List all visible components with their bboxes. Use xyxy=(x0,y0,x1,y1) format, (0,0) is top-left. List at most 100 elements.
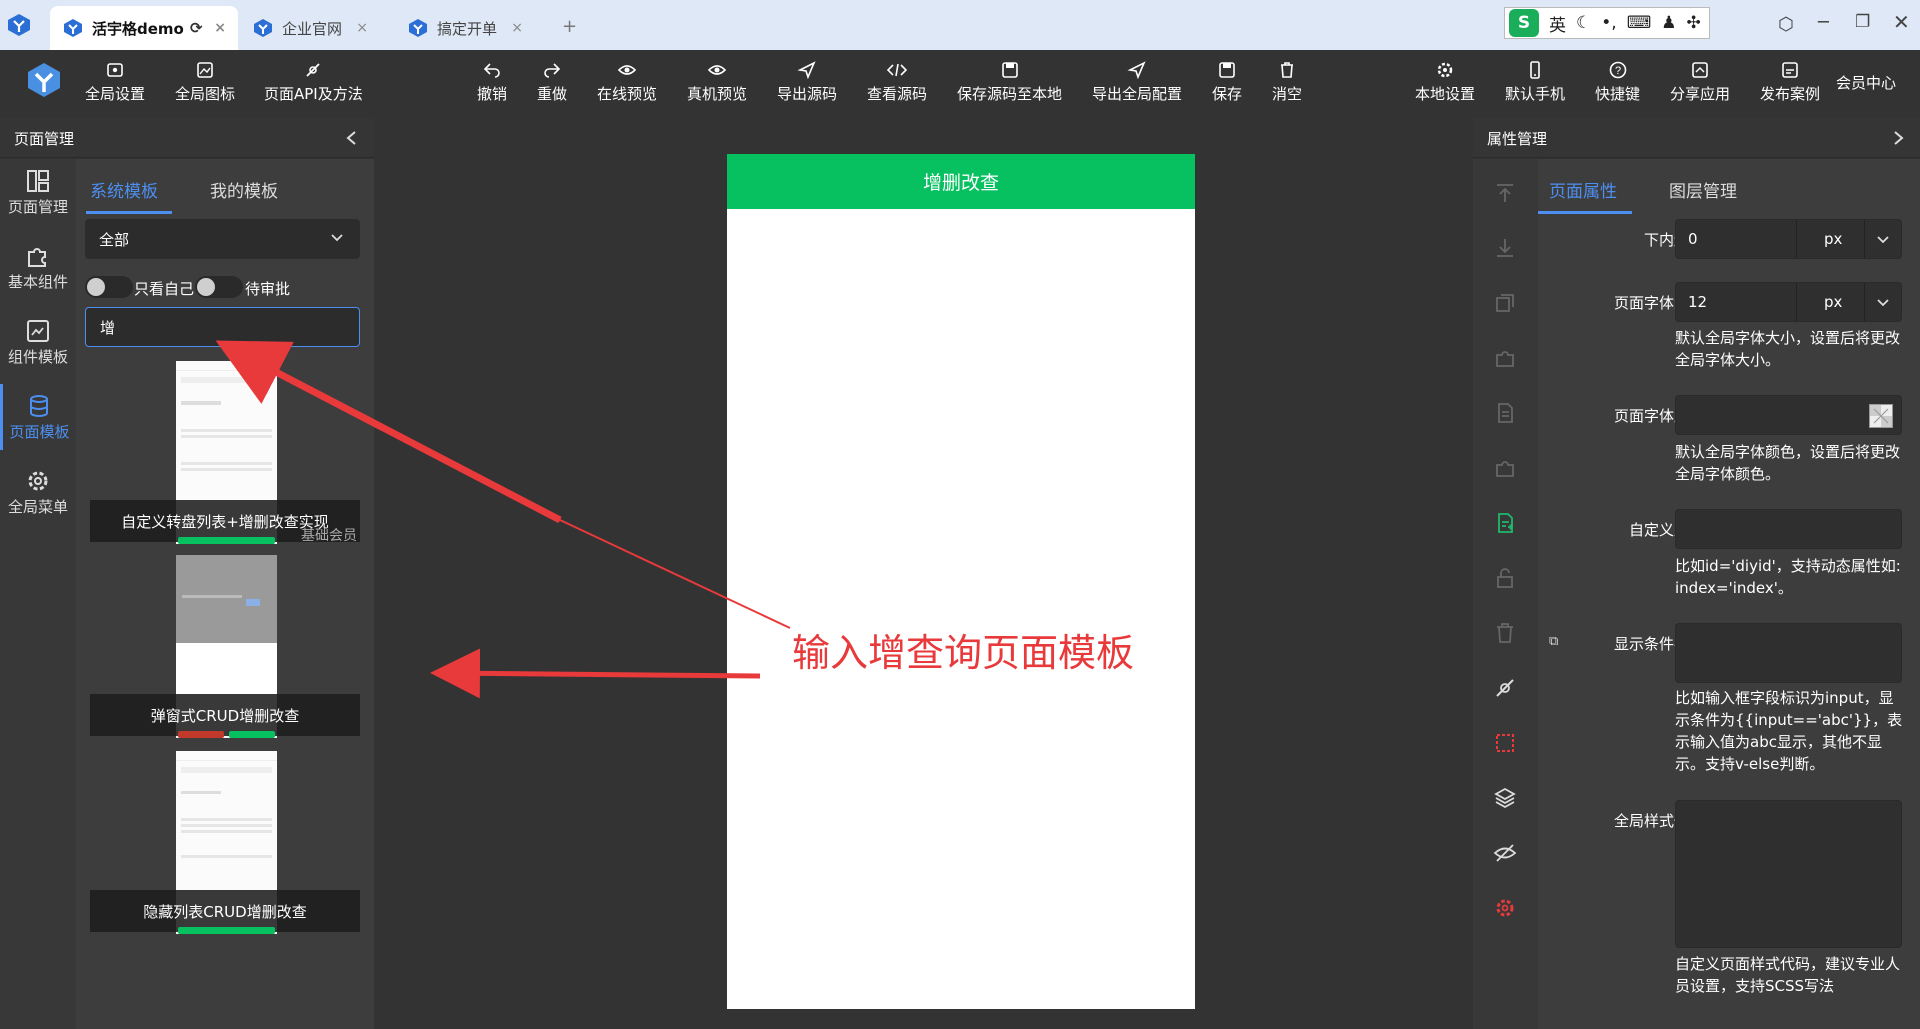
template-title: 弹窗式CRUD增删改查 xyxy=(90,694,360,736)
local-settings-button[interactable]: 本地设置 xyxy=(1415,60,1475,104)
global-icons-button[interactable]: 全局图标 xyxy=(175,60,235,104)
sogou-icon: S xyxy=(1509,9,1539,37)
plug-icon[interactable] xyxy=(1493,676,1517,700)
close-icon[interactable]: × xyxy=(214,20,226,36)
nav-global-menu[interactable]: 全局菜单 xyxy=(0,459,76,525)
tab-project[interactable]: 企业官网 × xyxy=(240,6,380,50)
project-icon xyxy=(409,19,427,37)
puzzle-icon[interactable] xyxy=(1493,456,1517,480)
settings-hex-icon[interactable]: ⬡ xyxy=(1778,14,1794,35)
hide-icon[interactable] xyxy=(1493,841,1517,865)
tab-project-active[interactable]: 活宇格demo ⟳ × xyxy=(50,6,238,50)
share-app-button[interactable]: 分享应用 xyxy=(1670,60,1730,104)
refresh-icon[interactable]: ⟳ xyxy=(190,19,203,37)
publish-icon xyxy=(1782,62,1798,78)
condition-textarea[interactable] xyxy=(1675,623,1902,683)
puzzle-icon[interactable] xyxy=(1493,346,1517,370)
export-config-button[interactable]: 导出全局配置 xyxy=(1092,60,1182,104)
tab-my-templates[interactable]: 我的模板 xyxy=(210,177,278,202)
online-preview-button[interactable]: 在线预览 xyxy=(597,60,657,104)
condition-note: 比如输入框字段标识为input，显示条件为{{input=='abc'}}，表示… xyxy=(1675,689,1903,773)
nav-basic-components[interactable]: 基本组件 xyxy=(0,234,76,300)
close-icon[interactable]: × xyxy=(356,20,368,36)
move-top-icon[interactable] xyxy=(1493,181,1517,205)
nav-page-manage[interactable]: 页面管理 xyxy=(0,159,76,225)
clear-button[interactable]: 消空 xyxy=(1272,60,1302,104)
phone-navbar: 增删改查 xyxy=(727,154,1195,209)
style-code-textarea[interactable] xyxy=(1675,800,1902,948)
copy-icon[interactable] xyxy=(1493,291,1517,315)
only-mine-toggle[interactable] xyxy=(85,276,133,298)
select-area-icon[interactable] xyxy=(1493,731,1517,755)
nav-component-templates[interactable]: 组件模板 xyxy=(0,309,76,375)
device-preview-button[interactable]: 真机预览 xyxy=(687,60,747,104)
toolbar-label: 快捷键 xyxy=(1595,85,1641,103)
bottom-padding-input[interactable]: 0 px xyxy=(1675,219,1902,259)
restore-icon[interactable]: ❐ xyxy=(1855,12,1870,32)
user-icon: ♟ xyxy=(1661,13,1677,33)
close-icon[interactable]: × xyxy=(511,20,523,36)
template-card[interactable]: 隐藏列表CRUD增删改查 xyxy=(90,751,360,934)
ime-toolbar[interactable]: S 英 ☾ •, ⌨ ♟ ✣ xyxy=(1504,7,1710,39)
toolbar-label: 全局图标 xyxy=(175,85,236,103)
chevron-down-icon[interactable] xyxy=(1876,235,1890,245)
category-select[interactable]: 全部 xyxy=(85,219,360,259)
font-color-picker[interactable] xyxy=(1675,395,1902,435)
pending-toggle[interactable] xyxy=(195,276,243,298)
page-api-button[interactable]: 页面API及方法 xyxy=(264,60,363,104)
font-size-input[interactable]: 12 px xyxy=(1675,282,1902,322)
puzzle-icon xyxy=(28,247,46,267)
save-icon xyxy=(1219,62,1235,78)
collapse-left-icon[interactable] xyxy=(345,130,359,146)
custom-attr-input[interactable] xyxy=(1675,509,1902,549)
publish-case-button[interactable]: 发布案例 xyxy=(1760,60,1820,104)
right-panel-header: 属性管理 xyxy=(1473,118,1920,158)
minimize-icon[interactable]: ─ xyxy=(1818,12,1829,33)
close-window-icon[interactable]: ✕ xyxy=(1893,10,1910,34)
template-card[interactable]: 弹窗式CRUD增删改查 xyxy=(90,555,360,738)
redo-button[interactable]: 重做 xyxy=(537,60,567,104)
nav-page-templates[interactable]: 页面模板 xyxy=(0,384,76,450)
global-settings-button[interactable]: 全局设置 xyxy=(85,60,145,104)
member-center-link[interactable]: 会员中心 xyxy=(1836,72,1896,93)
add-document-icon[interactable] xyxy=(1493,511,1517,535)
toolbar-label: 默认手机 xyxy=(1505,85,1566,103)
template-card[interactable]: 自定义转盘列表+增删改查实现 基础会员 xyxy=(90,361,360,544)
trash-icon[interactable] xyxy=(1493,621,1517,645)
main-toolbar: 全局设置 全局图标 页面API及方法 撤销 重做 在线预览 真机预览 导出源码 … xyxy=(0,50,1920,112)
view-source-button[interactable]: 查看源码 xyxy=(867,60,927,104)
undo-button[interactable]: 撤销 xyxy=(477,60,507,104)
template-search-input[interactable]: 增 xyxy=(85,307,360,347)
shortcuts-button[interactable]: ? 快捷键 xyxy=(1595,60,1640,104)
unlock-icon[interactable] xyxy=(1493,566,1517,590)
tab-project[interactable]: 搞定开单 × xyxy=(395,6,535,50)
export-source-button[interactable]: 导出源码 xyxy=(777,60,837,104)
tab-system-templates[interactable]: 系统模板 xyxy=(90,177,158,202)
property-panel: 页面属性 图层管理 下内边距 0 px 页面字体大小 12 px 默认全局字体大… xyxy=(1538,159,1920,1029)
chevron-down-icon[interactable] xyxy=(1876,298,1890,308)
thumbnail-button xyxy=(178,927,275,934)
layers-icon[interactable] xyxy=(1493,786,1517,810)
tab-layer-manage[interactable]: 图层管理 xyxy=(1669,177,1737,202)
save-source-local-button[interactable]: 保存源码至本地 xyxy=(957,60,1062,104)
punctuation-icon: •, xyxy=(1601,13,1617,33)
phone-canvas[interactable] xyxy=(727,154,1195,1009)
pending-label: 待审批 xyxy=(245,280,291,298)
color-swatch[interactable] xyxy=(1869,404,1893,428)
toggle-knob xyxy=(197,278,215,296)
document-icon[interactable] xyxy=(1493,401,1517,425)
new-tab-button[interactable]: + xyxy=(562,16,577,37)
thumbnail-button xyxy=(178,731,224,738)
input-value: 12 xyxy=(1688,293,1708,311)
move-bottom-icon[interactable] xyxy=(1493,236,1517,260)
send-icon xyxy=(797,61,816,80)
apps-icon: ✣ xyxy=(1686,13,1701,33)
gear-icon[interactable] xyxy=(1493,896,1517,920)
active-tab-indicator xyxy=(1538,211,1632,214)
default-phone-button[interactable]: 默认手机 xyxy=(1505,60,1565,104)
collapse-right-icon[interactable] xyxy=(1891,130,1905,146)
keyboard-icon: ⌨ xyxy=(1626,13,1652,33)
tab-page-props[interactable]: 页面属性 xyxy=(1549,177,1617,202)
custom-attr-note: 比如id='diyid'，支持动态属性如: index='index'。 xyxy=(1675,557,1901,597)
save-button[interactable]: 保存 xyxy=(1212,60,1242,104)
